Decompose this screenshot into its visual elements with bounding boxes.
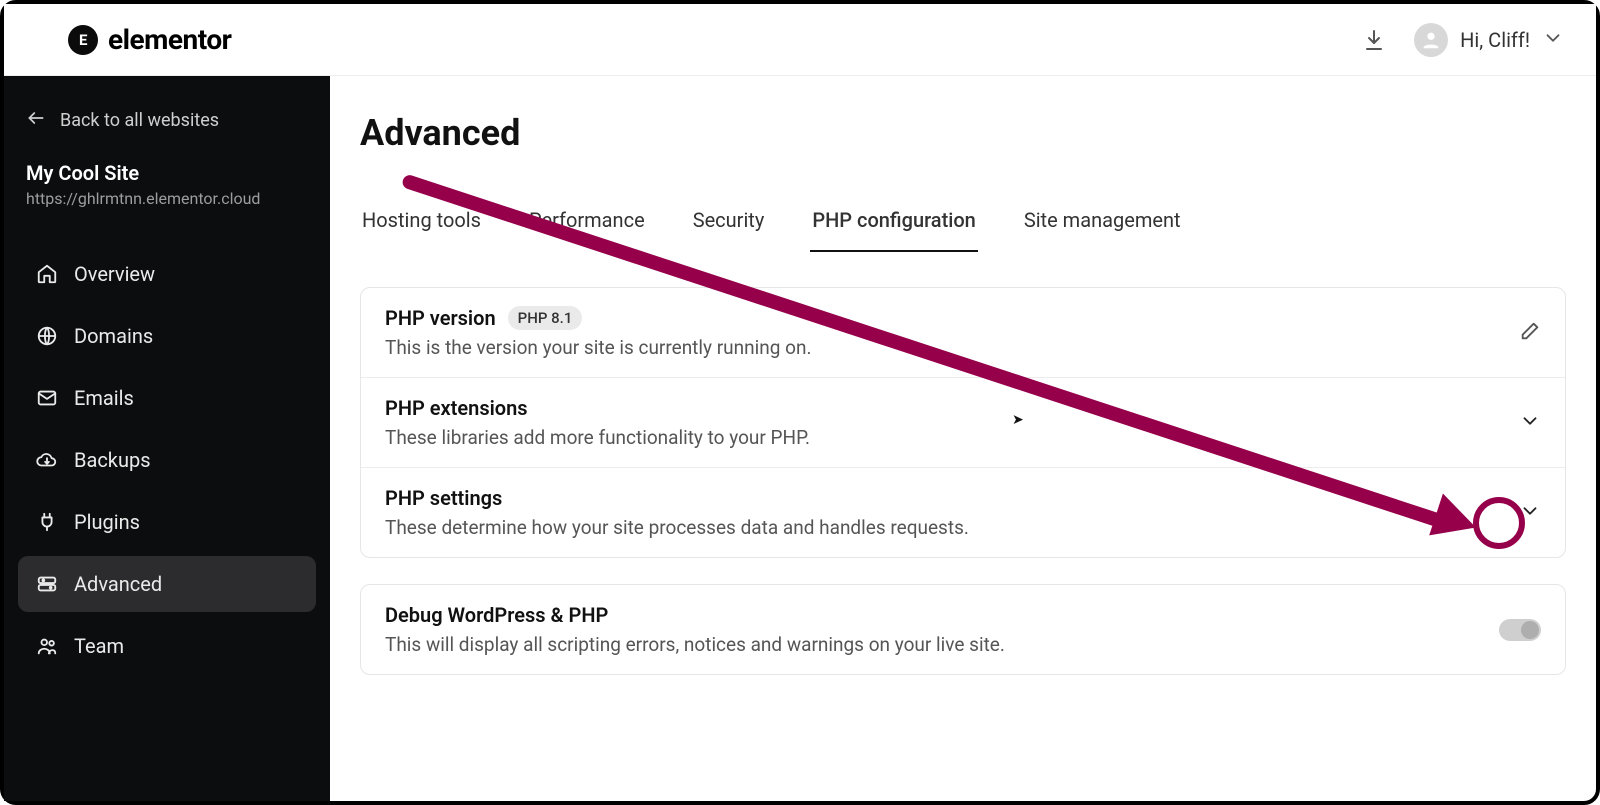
sidebar-item-plugins[interactable]: Plugins [18, 494, 316, 550]
globe-icon [36, 325, 58, 347]
tab-label: PHP configuration [812, 208, 976, 232]
brand-logo-icon: E [68, 25, 98, 55]
expand-php-extensions[interactable] [1519, 410, 1541, 436]
back-to-all-websites[interactable]: Back to all websites [18, 100, 316, 155]
debug-toggle[interactable] [1499, 619, 1541, 641]
php-config-card: PHP version PHP 8.1 This is the version … [360, 287, 1566, 558]
topbar: E elementor Hi, Cliff! [4, 4, 1596, 76]
tab-label: Hosting tools [362, 208, 481, 232]
sidebar-item-overview[interactable]: Overview [18, 246, 316, 302]
mail-icon [36, 387, 58, 409]
row-title-text: PHP extensions [385, 396, 528, 420]
sidebar-item-team[interactable]: Team [18, 618, 316, 674]
avatar-icon [1414, 23, 1448, 57]
tab-label: Site management [1024, 208, 1181, 232]
expand-php-settings[interactable] [1519, 500, 1541, 526]
tab-performance[interactable]: Performance [527, 208, 647, 252]
php-version-badge: PHP 8.1 [508, 306, 583, 330]
row-subtitle: This is the version your site is current… [385, 336, 811, 359]
row-subtitle: These libraries add more functionality t… [385, 426, 810, 449]
chevron-down-icon [1542, 27, 1564, 53]
brand[interactable]: E elementor [68, 23, 231, 56]
sliders-icon [36, 573, 58, 595]
arrow-left-icon [26, 108, 46, 133]
user-menu[interactable]: Hi, Cliff! [1414, 23, 1564, 57]
sidebar-item-label: Emails [74, 386, 134, 410]
cursor-icon: ➤ [1012, 412, 1024, 428]
tab-security[interactable]: Security [691, 208, 767, 252]
tab-label: Performance [529, 208, 645, 232]
sidebar-item-label: Backups [74, 448, 151, 472]
row-php-version: PHP version PHP 8.1 This is the version … [361, 288, 1565, 377]
debug-card: Debug WordPress & PHP This will display … [360, 584, 1566, 675]
row-title-text: Debug WordPress & PHP [385, 603, 608, 627]
site-block: My Cool Site https://ghlrmtnn.elementor.… [18, 155, 316, 234]
row-title-text: PHP version [385, 306, 496, 330]
row-debug: Debug WordPress & PHP This will display … [361, 585, 1565, 674]
sidebar-item-label: Domains [74, 324, 153, 348]
site-url: https://ghlrmtnn.elementor.cloud [26, 189, 308, 208]
chevron-down-icon [1519, 410, 1541, 436]
pencil-icon [1519, 320, 1541, 346]
download-icon[interactable] [1362, 28, 1386, 52]
users-icon [36, 635, 58, 657]
site-name: My Cool Site [26, 161, 308, 185]
back-label: Back to all websites [60, 110, 219, 131]
row-title-text: PHP settings [385, 486, 502, 510]
cloud-icon [36, 449, 58, 471]
sidebar-item-emails[interactable]: Emails [18, 370, 316, 426]
sidebar-item-domains[interactable]: Domains [18, 308, 316, 364]
home-icon [36, 263, 58, 285]
sidebar: Back to all websites My Cool Site https:… [4, 76, 330, 801]
sidebar-item-label: Advanced [74, 572, 162, 596]
brand-name: elementor [108, 23, 231, 56]
plug-icon [36, 511, 58, 533]
tab-site-management[interactable]: Site management [1022, 208, 1183, 252]
sidebar-item-label: Overview [74, 262, 155, 286]
sidebar-item-backups[interactable]: Backups [18, 432, 316, 488]
main: Advanced Hosting tools Performance Secur… [330, 76, 1596, 801]
edit-php-version-button[interactable] [1519, 320, 1541, 346]
sidebar-item-label: Team [74, 634, 124, 658]
row-subtitle: This will display all scripting errors, … [385, 633, 1005, 656]
tab-php-configuration[interactable]: PHP configuration [810, 208, 978, 252]
sidebar-nav: Overview Domains Emails Backups [18, 246, 316, 674]
tab-hosting-tools[interactable]: Hosting tools [360, 208, 483, 252]
row-php-extensions[interactable]: PHP extensions These libraries add more … [361, 377, 1565, 467]
sidebar-item-label: Plugins [74, 510, 140, 534]
chevron-down-icon [1519, 500, 1541, 526]
user-greeting: Hi, Cliff! [1460, 28, 1530, 52]
row-subtitle: These determine how your site processes … [385, 516, 969, 539]
row-php-settings[interactable]: PHP settings These determine how your si… [361, 467, 1565, 557]
sidebar-item-advanced[interactable]: Advanced [18, 556, 316, 612]
page-title: Advanced [360, 112, 1566, 154]
tabs: Hosting tools Performance Security PHP c… [360, 208, 1566, 253]
topbar-right: Hi, Cliff! [1362, 23, 1564, 57]
tab-label: Security [693, 208, 765, 232]
